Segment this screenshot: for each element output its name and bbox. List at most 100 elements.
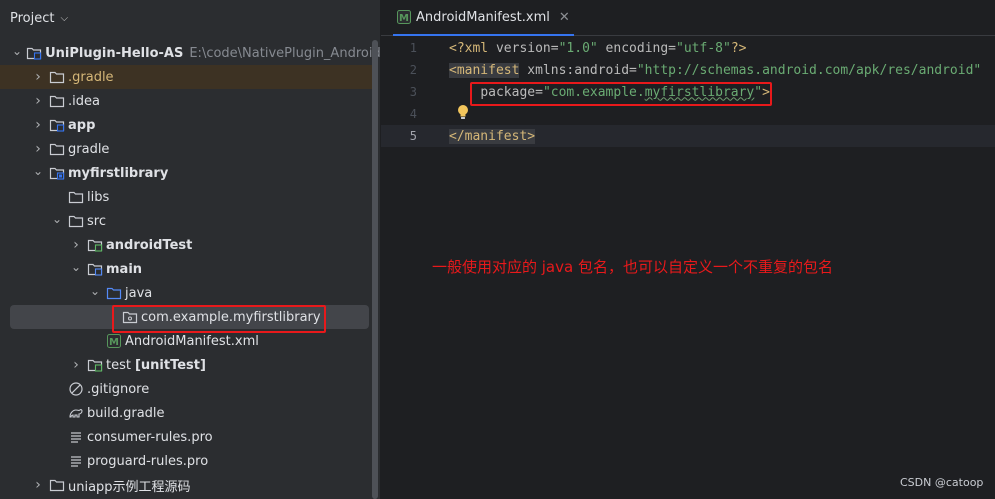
gitignore-icon — [68, 381, 84, 397]
tab-androidmanifest[interactable]: M AndroidManifest.xml ✕ — [393, 0, 574, 36]
tree-item-label: java — [125, 285, 153, 301]
chevron-right-icon[interactable]: › — [31, 117, 45, 133]
annotation-note: 一般使用对应的 java 包名，也可以自定义一个不重复的包名 — [432, 258, 833, 276]
matched-tag: </manifest> — [449, 128, 536, 144]
tree-item-label: uniapp示例工程源码 — [68, 479, 191, 495]
code-line-4[interactable]: 4 — [381, 103, 995, 125]
chevron-right-icon[interactable]: › — [31, 477, 45, 493]
code-line-2[interactable]: 2 <manifest xmlns:android="http://schema… — [381, 59, 995, 81]
test-source-folder-icon — [87, 237, 103, 253]
tree-item-label: .idea — [68, 93, 100, 109]
tree-item-androidtest[interactable]: › androidTest — [0, 233, 372, 257]
tree-item-label: myfirstlibrary — [68, 165, 169, 181]
code-text: <manifest xmlns:android="http://schemas.… — [449, 62, 982, 78]
tree-item-label: gradle — [68, 141, 110, 157]
code-line-1[interactable]: 1 <?xml version="1.0" encoding="utf-8"?> — [381, 37, 995, 59]
watermark: CSDN @catoop — [900, 476, 984, 489]
highlight-box-package — [470, 82, 772, 106]
tree-item-label: main — [106, 261, 143, 277]
tree-item-label: src — [87, 213, 106, 229]
tree-item-label: UniPlugin-Hello-AS — [45, 45, 184, 61]
text-file-icon — [68, 429, 84, 445]
tree-item-uniapp[interactable]: › uniapp示例工程源码 — [0, 473, 372, 497]
folder-icon — [68, 213, 84, 229]
close-icon[interactable]: ✕ — [559, 10, 570, 25]
tree-item-label: proguard-rules.pro — [87, 453, 209, 469]
chevron-down-icon[interactable]: ⌄ — [31, 164, 45, 178]
tree-item-build-gradle[interactable]: build.gradle — [0, 401, 372, 425]
tree-scrollbar[interactable] — [372, 36, 378, 499]
tree-item-label: .gradle — [68, 69, 114, 85]
chevron-right-icon[interactable]: › — [31, 93, 45, 109]
editor-panel: M AndroidManifest.xml ✕ 1 <?xml version=… — [381, 0, 995, 499]
source-folder-icon — [106, 285, 122, 301]
matched-tag: <manifest — [449, 62, 520, 78]
test-folder-icon — [87, 357, 103, 373]
tree-item-label: androidTest — [106, 237, 193, 253]
tree-item-idea[interactable]: › .idea — [0, 89, 372, 113]
tree-item-label: consumer-rules.pro — [87, 429, 213, 445]
tree-item-myfirstlibrary[interactable]: ⌄ myfirstlibrary — [0, 161, 372, 185]
manifest-file-icon: M — [397, 10, 411, 24]
folder-icon — [49, 93, 65, 109]
tree-item-gradle[interactable]: › gradle — [0, 137, 372, 161]
line-number: 1 — [409, 41, 417, 55]
tree-item-label: test — [106, 357, 131, 373]
folder-icon — [49, 477, 65, 493]
code-text: <?xml version="1.0" encoding="utf-8"?> — [449, 40, 747, 56]
tree-item-src[interactable]: ⌄ src — [0, 209, 372, 233]
chevron-right-icon[interactable]: › — [69, 237, 83, 253]
tree-item-main[interactable]: ⌄ main — [0, 257, 372, 281]
project-path: E:\code\NativePlugin_Android-SDK — [189, 45, 381, 61]
folder-icon — [68, 189, 84, 205]
project-header[interactable]: Project ⌵ — [0, 0, 380, 36]
tree-item-label: build.gradle — [87, 405, 165, 421]
code-text: </manifest> — [449, 128, 536, 144]
chevron-right-icon[interactable]: › — [31, 141, 45, 157]
line-number: 3 — [409, 85, 417, 99]
svg-text:M: M — [109, 337, 119, 348]
tree-scroll-thumb[interactable] — [372, 40, 378, 499]
tree-item-label: .gitignore — [87, 381, 150, 397]
tree-item-consumer-rules-pro[interactable]: consumer-rules.pro — [0, 425, 372, 449]
tree-item-gitignore[interactable]: .gitignore — [0, 377, 372, 401]
chevron-down-icon[interactable]: ⌄ — [50, 212, 64, 226]
chevron-down-icon[interactable]: ⌵ — [60, 13, 68, 24]
tree-item-gradle[interactable]: › .gradle — [0, 65, 372, 89]
source-root-folder-icon — [87, 261, 103, 277]
lightbulb-icon[interactable] — [456, 104, 470, 120]
chevron-right-icon[interactable]: › — [31, 69, 45, 85]
code-line-5[interactable]: 5 </manifest> — [381, 125, 995, 147]
project-tree: ⌄ UniPlugin-Hello-AS E:\code\NativePlugin_… — [0, 41, 380, 497]
line-number: 5 — [409, 129, 417, 143]
gradle-file-icon — [68, 405, 84, 421]
module-folder-icon — [49, 117, 65, 133]
editor-tab-bar: M AndroidManifest.xml ✕ — [381, 0, 995, 36]
text-file-icon — [68, 453, 84, 469]
tree-item-libs[interactable]: libs — [0, 185, 372, 209]
tree-item-java[interactable]: ⌄ java — [0, 281, 372, 305]
svg-text:M: M — [399, 13, 409, 24]
manifest-file-icon: M — [106, 333, 122, 349]
tree-item-label: libs — [87, 189, 110, 205]
highlight-box-package-tree — [112, 305, 326, 333]
line-number: 4 — [409, 107, 417, 121]
chevron-down-icon[interactable]: ⌄ — [12, 44, 22, 58]
library-module-icon — [49, 165, 65, 181]
module-folder-icon — [26, 45, 42, 61]
tree-item-label: AndroidManifest.xml — [125, 333, 259, 349]
folder-icon — [49, 141, 65, 157]
project-title: Project — [10, 10, 55, 26]
chevron-right-icon[interactable]: › — [69, 357, 83, 373]
tree-item-uniplugin-hello-as[interactable]: ⌄ UniPlugin-Hello-AS E:\code\NativePlugin_… — [0, 41, 380, 65]
line-number: 2 — [409, 63, 417, 77]
source-set-suffix: [unitTest] — [134, 357, 206, 373]
tree-item-proguard-rules-pro[interactable]: proguard-rules.pro — [0, 449, 372, 473]
tree-item-app[interactable]: › app — [0, 113, 372, 137]
chevron-down-icon[interactable]: ⌄ — [69, 260, 83, 274]
tree-item-test[interactable]: › test [unitTest] — [0, 353, 372, 377]
folder-icon — [49, 69, 65, 85]
tab-label: AndroidManifest.xml — [416, 9, 550, 25]
project-tool-window: Project ⌵ ⌄ UniPlugin-Hello-AS E:\code\Nat… — [0, 0, 381, 499]
chevron-down-icon[interactable]: ⌄ — [88, 284, 102, 298]
